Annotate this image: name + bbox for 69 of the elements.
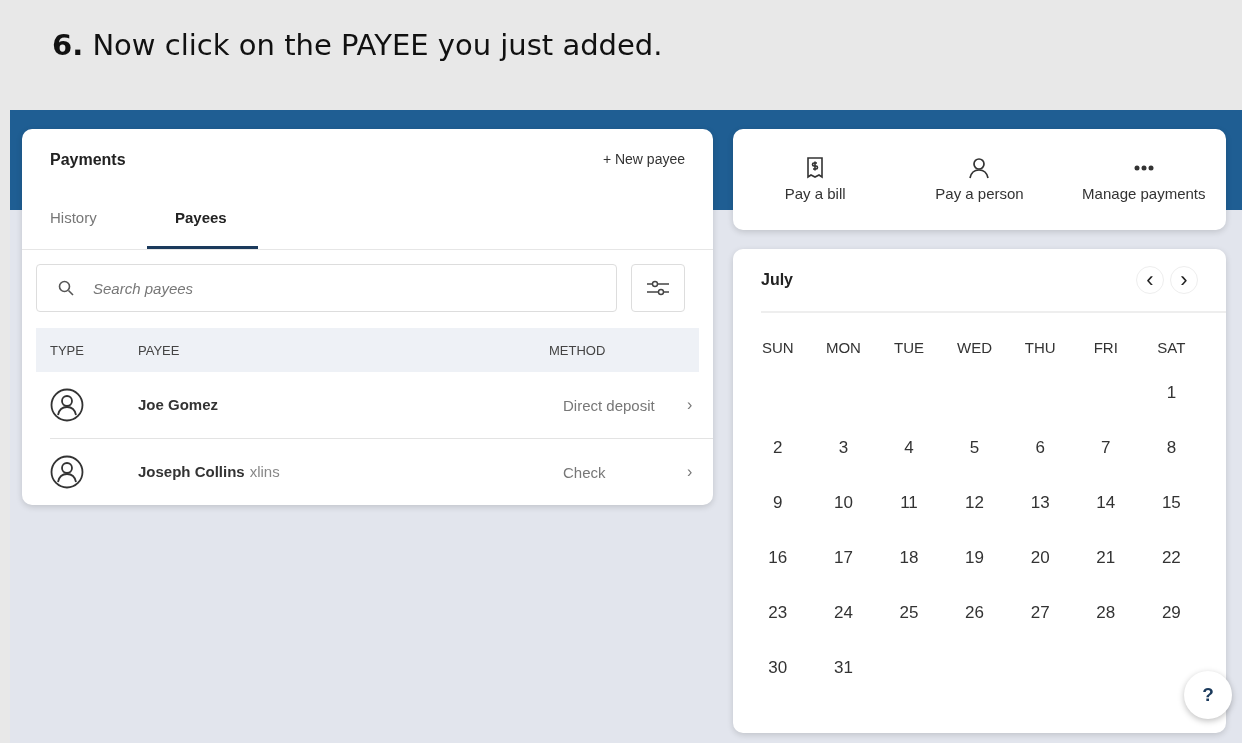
chevron-icon[interactable]: › xyxy=(687,396,713,414)
calendar-day[interactable]: 20 xyxy=(1007,544,1073,599)
payee-name[interactable]: Joe Gomez xyxy=(138,396,219,413)
calendar-day[interactable]: 14 xyxy=(1072,489,1139,544)
weekday-label: SUN xyxy=(760,339,795,358)
calendar-day[interactable]: 7 xyxy=(1072,434,1139,489)
calendar-day[interactable]: 21 xyxy=(1072,544,1139,599)
weekday-label: MON xyxy=(824,339,862,358)
new-payee-link[interactable]: + New payee xyxy=(602,151,685,169)
calendar-day[interactable]: 3 xyxy=(810,434,877,489)
card-title: Payments xyxy=(50,151,126,169)
calendar-day[interactable]: 11 xyxy=(876,489,942,544)
calendar-day[interactable]: 24 xyxy=(810,599,877,654)
calendar-day[interactable]: 12 xyxy=(941,489,1008,544)
next-month-button[interactable]: › xyxy=(1170,266,1198,294)
weekday-label: FRI xyxy=(1092,339,1119,358)
search-field[interactable]: Search payees xyxy=(36,264,617,312)
month-title: July xyxy=(761,271,793,289)
filter-button[interactable] xyxy=(631,264,685,312)
help-button[interactable]: ? xyxy=(1184,671,1232,719)
weekday-label: TUE xyxy=(893,339,925,358)
column-header: METHOD xyxy=(549,342,607,358)
calendar-day[interactable]: 4 xyxy=(876,434,942,489)
calendar-day[interactable]: 1 xyxy=(1138,379,1205,434)
calendar-day[interactable]: 17 xyxy=(810,544,877,599)
payment-method: Check xyxy=(563,463,607,481)
person-icon xyxy=(50,455,84,489)
slide-title: 6. Now click on the PAYEE you just added. xyxy=(51,27,664,64)
calendar-day[interactable]: 8 xyxy=(1138,434,1205,489)
previous-month-button[interactable]: ‹ xyxy=(1136,266,1164,294)
action-button[interactable]: Pay a person xyxy=(897,129,1062,230)
tab[interactable]: History xyxy=(36,203,147,249)
payee-name[interactable]: Joseph Collins xyxy=(138,463,245,480)
search-icon xyxy=(58,280,74,296)
person-icon xyxy=(968,157,991,179)
sliders-icon xyxy=(646,278,670,298)
calendar-day[interactable]: 15 xyxy=(1138,489,1205,544)
calendar-day[interactable]: 13 xyxy=(1007,489,1073,544)
calendar-day[interactable]: 5 xyxy=(941,434,1008,489)
calendar-day[interactable]: 30 xyxy=(745,654,811,709)
action-button[interactable]: Pay a bill xyxy=(733,129,898,230)
calendar-day[interactable]: 26 xyxy=(941,599,1008,654)
calendar-day[interactable]: 19 xyxy=(941,544,1008,599)
action-button[interactable]: Manage payments xyxy=(1061,129,1226,230)
calendar-day[interactable]: 25 xyxy=(876,599,942,654)
calendar-day[interactable]: 18 xyxy=(876,544,942,599)
person-icon xyxy=(50,388,84,422)
weekday-label: THU xyxy=(1023,339,1057,358)
calendar-day[interactable]: 23 xyxy=(745,599,811,654)
calendar-day[interactable]: 22 xyxy=(1138,544,1205,599)
chevron-icon[interactable]: › xyxy=(687,463,713,481)
calendar-day[interactable]: 29 xyxy=(1138,599,1205,654)
payment-method: Direct deposit xyxy=(563,396,656,414)
calendar-day[interactable]: 27 xyxy=(1007,599,1073,654)
calendar-day[interactable]: 6 xyxy=(1007,434,1073,489)
column-header: TYPE xyxy=(50,342,85,358)
calendar-day[interactable]: 9 xyxy=(745,489,811,544)
column-header: PAYEE xyxy=(138,342,181,358)
calendar-day[interactable]: 16 xyxy=(745,544,811,599)
calendar-day[interactable]: 28 xyxy=(1072,599,1139,654)
more-icon xyxy=(1133,165,1154,171)
calendar-day[interactable]: 2 xyxy=(745,434,811,489)
calendar-day[interactable]: 10 xyxy=(810,489,877,544)
receipt-dollar-icon xyxy=(806,157,825,179)
calendar-day[interactable]: 31 xyxy=(810,654,877,709)
payee-note: xlins xyxy=(249,463,280,480)
weekday-label: WED xyxy=(956,339,994,358)
tab[interactable]: Payees xyxy=(147,203,258,249)
weekday-label: SAT xyxy=(1156,339,1187,358)
